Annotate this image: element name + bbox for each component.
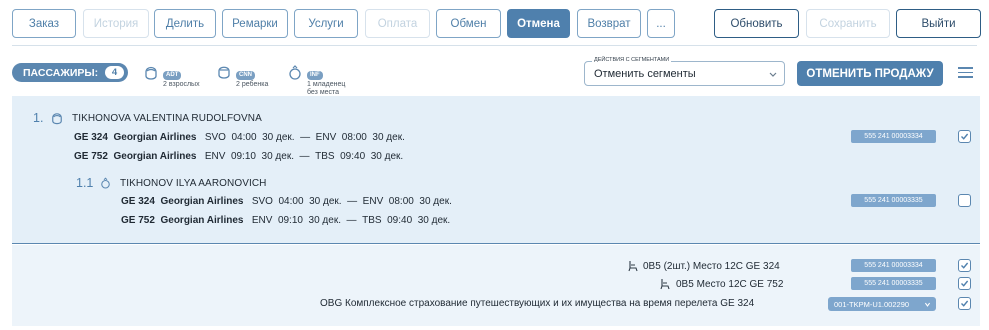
adult-icon bbox=[52, 113, 62, 125]
passenger-name: TIKHONOVA VALENTINA RUDOLFOVNA bbox=[72, 113, 262, 124]
ticket-badge[interactable]: 555 241 00003335 bbox=[851, 277, 936, 290]
check-icon bbox=[961, 280, 969, 287]
service-ticket-value: 001-TKPM-U1.002290 bbox=[834, 299, 910, 309]
passenger-type-child: CNN 2 ребенка bbox=[216, 63, 268, 89]
ticket-badge[interactable]: 555 241 00003335 bbox=[851, 194, 936, 207]
passenger-checkbox[interactable] bbox=[958, 130, 971, 143]
tab-split[interactable]: Делить bbox=[154, 9, 216, 38]
toolbar: Заказ История Делить Ремарки Услуги Опла… bbox=[0, 0, 989, 46]
infant-name: TIKHONOV ILYA AARONOVICH bbox=[120, 178, 267, 189]
infant-desc: 1 младенец bbox=[307, 81, 346, 88]
segment-action-select[interactable]: Действия с сегментами Отменить сегменты bbox=[584, 57, 785, 86]
flight-row: GE 324 Georgian Airlines SVO 04:00 30 де… bbox=[74, 132, 405, 143]
seat-icon bbox=[628, 261, 638, 272]
tab-refund[interactable]: Возврат bbox=[577, 9, 641, 38]
passengers-label: ПАССАЖИРЫ: bbox=[23, 66, 99, 79]
passengers-pill[interactable]: ПАССАЖИРЫ: 4 bbox=[12, 63, 128, 82]
refresh-button[interactable]: Обновить bbox=[714, 9, 799, 38]
tab-history[interactable]: История bbox=[83, 9, 149, 38]
tab-more[interactable]: ... bbox=[647, 9, 675, 38]
infant-icon bbox=[101, 177, 110, 189]
service-text: OBG Комплексное страхование путешествующ… bbox=[320, 298, 755, 309]
seat-icon bbox=[660, 279, 670, 290]
tab-remarks[interactable]: Ремарки bbox=[222, 9, 288, 38]
services-panel bbox=[12, 245, 980, 326]
segment-action-value: Отменить сегменты bbox=[594, 68, 696, 80]
infant-checkbox[interactable] bbox=[958, 194, 971, 207]
tab-order[interactable]: Заказ bbox=[12, 9, 76, 38]
adult-desc: 2 взрослых bbox=[163, 81, 200, 88]
flight-row: GE 752 Georgian Airlines ENV 09:10 30 де… bbox=[121, 215, 451, 226]
child-desc: 2 ребенка bbox=[236, 81, 269, 88]
service-text: 0B5 (2шт.) Место 12C GE 324 bbox=[643, 261, 780, 272]
infant-number: 1.1 bbox=[76, 176, 94, 190]
flight-row: GE 324 Georgian Airlines SVO 04:00 30 де… bbox=[121, 196, 452, 207]
ticket-badge[interactable]: 555 241 00003334 bbox=[851, 130, 936, 143]
child-icon bbox=[218, 66, 230, 79]
chevron-down-icon bbox=[924, 302, 931, 307]
tab-payment[interactable]: Оплата bbox=[365, 9, 430, 38]
chevron-down-icon bbox=[769, 72, 777, 77]
passenger-type-infant: INF 1 младенец без места bbox=[287, 63, 345, 97]
service-checkbox[interactable] bbox=[958, 297, 971, 310]
check-icon bbox=[961, 300, 969, 307]
infant-badge: INF bbox=[307, 71, 323, 80]
save-button[interactable]: Сохранить bbox=[806, 9, 890, 38]
toolbar-divider bbox=[12, 45, 977, 46]
passenger-number: 1. bbox=[33, 111, 44, 125]
ticket-badge[interactable]: 555 241 00003334 bbox=[851, 259, 936, 272]
passengers-count: 4 bbox=[105, 66, 124, 79]
adult-icon bbox=[145, 66, 157, 80]
service-ticket-select[interactable]: 001-TKPM-U1.002290 bbox=[828, 297, 936, 311]
infant-icon bbox=[289, 65, 301, 80]
exit-button[interactable]: Выйти bbox=[896, 9, 981, 38]
hamburger-menu-icon[interactable] bbox=[958, 67, 973, 79]
tab-exchange[interactable]: Обмен bbox=[436, 9, 501, 38]
service-checkbox[interactable] bbox=[958, 259, 971, 272]
child-badge: CNN bbox=[236, 71, 255, 80]
check-icon bbox=[961, 133, 969, 140]
segment-action-legend: Действия с сегментами bbox=[592, 57, 672, 63]
cancel-sale-button[interactable]: ОТМЕНИТЬ ПРОДАЖУ bbox=[797, 61, 943, 86]
service-checkbox[interactable] bbox=[958, 277, 971, 290]
check-icon bbox=[961, 262, 969, 269]
tab-cancel[interactable]: Отмена bbox=[507, 9, 570, 38]
passenger-type-adult: ADT 2 взрослых bbox=[143, 63, 200, 89]
adult-badge: ADT bbox=[163, 71, 182, 80]
flight-row: GE 752 Georgian Airlines ENV 09:10 30 де… bbox=[74, 151, 404, 162]
tab-services[interactable]: Услуги bbox=[294, 9, 358, 38]
service-text: 0B5 Место 12C GE 752 bbox=[676, 279, 784, 290]
